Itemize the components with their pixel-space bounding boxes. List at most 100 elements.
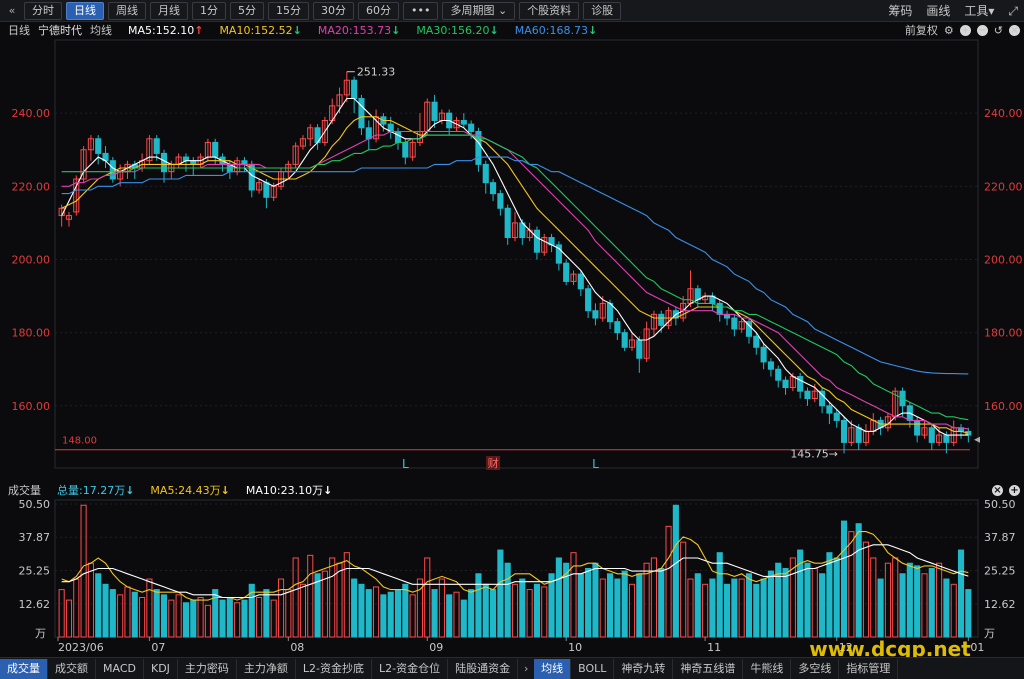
volume-bar [614,578,621,638]
candle-body [431,101,438,121]
period-button[interactable]: 60分 [358,1,399,20]
indicator-tab[interactable]: MACD [96,658,144,679]
volume-bar [219,599,226,638]
volume-bar [628,583,636,638]
period-button[interactable]: 周线 [108,1,146,20]
volume-bar [884,562,891,638]
period-button[interactable]: 多周期图 ⌄ [442,1,516,20]
volume-bar [577,573,584,638]
zoom-out-icon[interactable]: − [976,24,988,36]
volume-y-tick-left: 37.87 [19,531,51,544]
indicator-tab[interactable]: 神奇五线谱 [673,658,744,679]
indicator-tab[interactable]: 神奇九转 [614,658,674,679]
x-tick-label: 2023/06 [58,641,104,654]
period-button[interactable]: 分时 [24,1,62,20]
fullscreen-icon[interactable]: ⤢ [1008,2,1018,20]
indicator-tab[interactable]: L2-资金仓位 [372,658,449,679]
volume-bar [826,552,833,638]
period-button[interactable]: 30分 [313,1,354,20]
undo-icon[interactable]: ↺ [994,24,1003,37]
volume-bar [285,589,292,638]
indicator-tab[interactable]: 成交量 [0,658,48,679]
period-button[interactable]: 日线 [66,1,104,20]
volume-bar [870,557,877,638]
candle-body [804,390,811,399]
indicator-tab[interactable]: 主力密码 [178,658,237,679]
period-button[interactable]: 5分 [230,1,264,20]
stock-name: 宁德时代 [38,24,82,37]
tools-menu[interactable]: 工具▾ [964,2,994,20]
chips-button[interactable]: 筹码 [888,2,912,20]
candle-body [833,412,840,421]
volume-bar [277,578,285,638]
indicator-tab[interactable]: 均线 [534,658,572,679]
volume-bar [899,573,906,638]
close-icon[interactable]: × [1009,24,1020,36]
volume-bar [263,589,270,638]
zoom-in-icon[interactable]: + [959,24,971,36]
candle-body [767,361,774,370]
volume-bar [745,573,753,638]
ma-label[interactable]: 均线 [90,22,112,38]
y-tick-label-right: 180.00 [984,327,1023,340]
candle-body [855,427,862,443]
y-tick-label-left: 240.00 [12,107,51,120]
indicator-tab[interactable]: BOLL [571,658,615,679]
indicator-tab[interactable]: KDJ [144,658,178,679]
candle-body [943,434,950,443]
volume-bar [548,573,555,638]
y-tick-label-right: 200.00 [984,253,1023,266]
settings-icon[interactable]: ⚙ [944,24,954,37]
period-button[interactable]: ••• [403,1,439,20]
period-button[interactable]: 月线 [150,1,188,20]
indicator-tab[interactable]: 多空线 [791,658,840,679]
period-button[interactable]: 个股资料 [519,1,580,20]
indicator-tabs: 成交量 成交额 MACD KDJ 主力密码 主力净额 L2-资金抄底 L2-资金仓位 陆股通资金… [0,657,1024,679]
ma60-value: MA60:168.73↓ [514,23,598,37]
volume-bar [840,520,848,638]
candle-body [731,317,738,330]
volume-bar [87,562,94,638]
volume-bar [731,578,738,638]
volume-y-tick-right: 50.50 [984,498,1016,511]
indicator-tab[interactable]: 陆股通资金 [448,658,519,679]
volume-bar [190,599,197,638]
volume-bar [848,531,855,638]
volume-bar [460,599,467,638]
period-button[interactable]: 15分 [268,1,309,20]
indicator-tab[interactable]: 牛熊线 [743,658,792,679]
candle-body [577,273,584,290]
volume-chart[interactable]: 12.62 12.62 25.25 25.25 37.87 37.87 50.50 50.50… [0,480,1024,657]
volume-bar [168,599,175,638]
x-tick-label: 07 [151,641,165,654]
price-chart[interactable]: 160.00 160.00 180.00 180.00 200.00 200.00 220.… [0,38,1024,480]
adjust-label[interactable]: 前复权 [905,22,938,38]
high-label: 251.33 [357,66,396,79]
volume-bar [672,504,679,638]
x-tick-label: 01 [970,641,984,654]
period-button[interactable]: 1分 [192,1,226,20]
candle-body [402,141,409,158]
volume-bar [585,568,592,638]
candle-body [358,98,365,129]
candle-body [497,193,504,209]
indicator-tab[interactable]: 成交额 [48,658,96,679]
draw-line-button[interactable]: 画线 [926,2,950,20]
volume-bar [241,599,248,638]
chevron-right-icon[interactable]: › [518,662,534,675]
period-button[interactable]: 诊股 [583,1,622,20]
candle-body [606,302,614,323]
volume-bar [490,589,497,638]
volume-bar [555,557,562,638]
volume-y-tick-right: 12.62 [984,598,1016,611]
indicator-tab[interactable]: L2-资金抄底 [296,658,373,679]
volume-bar [204,604,211,638]
volume-bar [394,589,402,638]
indicator-tab[interactable]: 指标管理 [839,658,899,679]
indicator-tab[interactable]: 主力净额 [237,658,296,679]
double-chevron-left-icon[interactable]: « [4,2,20,20]
ma60-text: MA60:168.73 [514,23,588,37]
volume-bar [212,589,219,638]
candle-body [614,321,621,334]
volume-bar [592,562,599,638]
